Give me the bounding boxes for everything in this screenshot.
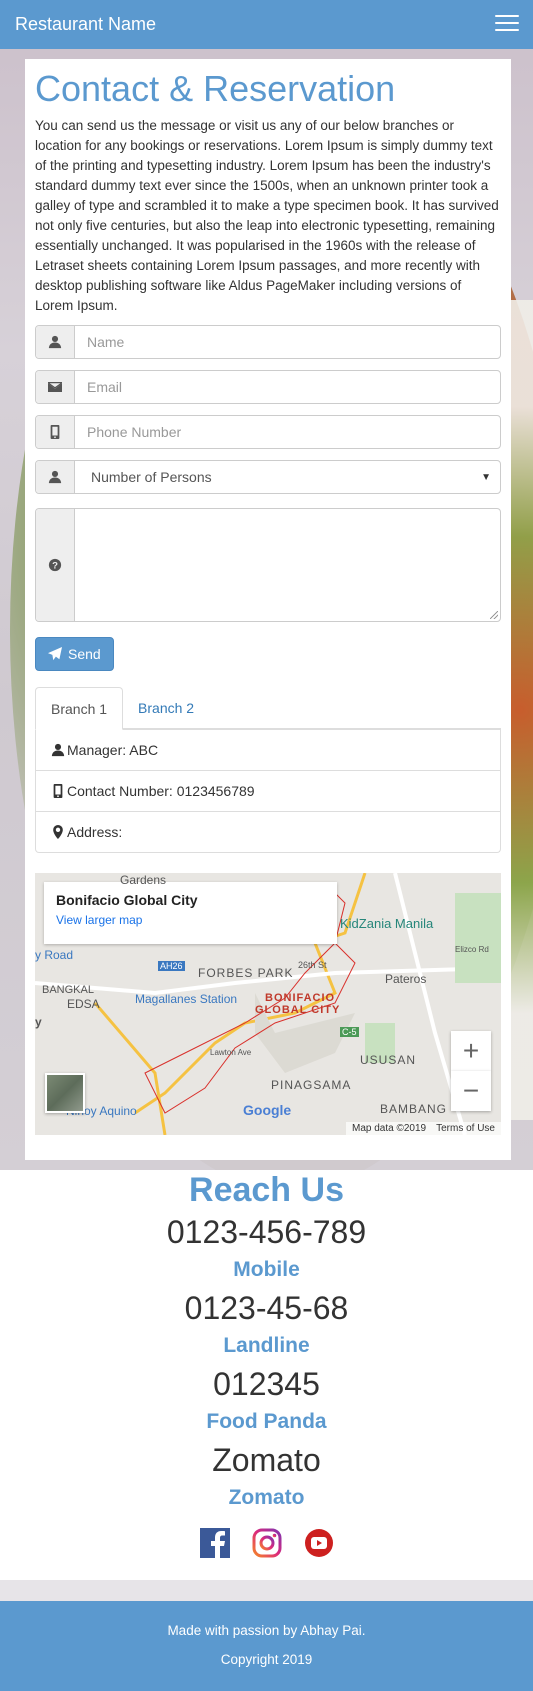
map-label: KidZania Manila bbox=[340, 916, 434, 931]
map-data-credit: Map data ©2019 bbox=[352, 1123, 427, 1134]
map-label: FORBES PARK bbox=[198, 966, 294, 980]
section-divider bbox=[0, 1580, 533, 1601]
map-place-name: Bonifacio Global City bbox=[56, 892, 198, 908]
map-label: USUSAN bbox=[360, 1053, 417, 1067]
user-icon bbox=[51, 743, 65, 757]
navbar: Restaurant Name bbox=[0, 0, 533, 49]
list-item-address: Address: bbox=[36, 811, 500, 852]
resize-handle[interactable] bbox=[490, 611, 498, 619]
map-label: Magallanes Station bbox=[135, 992, 238, 1006]
terms-of-use-link[interactable]: Terms of Use bbox=[436, 1123, 495, 1134]
youtube-icon[interactable] bbox=[304, 1528, 334, 1558]
zoom-in-button[interactable]: + bbox=[451, 1031, 491, 1071]
food-panda-label: Food Panda bbox=[206, 1410, 327, 1433]
hamburger-menu-icon[interactable] bbox=[495, 15, 519, 34]
view-larger-map-link[interactable]: View larger map bbox=[56, 913, 325, 927]
reach-us-section: Reach Us 0123-456-789 Mobile 0123-45-68 … bbox=[0, 1170, 533, 1580]
satellite-toggle[interactable] bbox=[45, 1073, 85, 1113]
list-item-manager: Manager: ABC bbox=[36, 729, 500, 770]
user-icon bbox=[36, 326, 75, 358]
map-label: C-5 bbox=[340, 1027, 359, 1037]
phone-input[interactable] bbox=[75, 416, 500, 448]
page-title: Contact & Reservation bbox=[35, 68, 396, 109]
footer-copyright: Copyright 2019 bbox=[220, 1652, 313, 1667]
list-item-contact: Contact Number: 0123456789 bbox=[36, 770, 500, 811]
map-label: EDSA bbox=[67, 997, 100, 1011]
landline-label: Landline bbox=[223, 1334, 310, 1357]
map-marker-icon bbox=[53, 825, 63, 839]
email-input[interactable] bbox=[75, 371, 500, 403]
map-label: y Road bbox=[35, 948, 74, 962]
phone-input-group bbox=[35, 415, 501, 449]
tab-branch-2[interactable]: Branch 2 bbox=[123, 687, 209, 729]
mobile-label: Mobile bbox=[233, 1258, 300, 1281]
email-input-group bbox=[35, 370, 501, 404]
intro-text: You can send us the message or visit us … bbox=[35, 118, 499, 313]
send-button[interactable]: Send bbox=[35, 637, 114, 671]
message-textarea[interactable] bbox=[75, 509, 500, 621]
food-panda-number[interactable]: 012345 bbox=[0, 1362, 533, 1406]
social-links bbox=[0, 1528, 533, 1558]
send-button-label: Send bbox=[68, 646, 101, 662]
address-text: Address: bbox=[67, 824, 123, 840]
footer: Made with passion by Abhay Pai. Copyrigh… bbox=[0, 1601, 533, 1691]
facebook-icon[interactable] bbox=[199, 1528, 230, 1558]
tab-branch-1[interactable]: Branch 1 bbox=[35, 687, 124, 730]
contact-card: Contact & Reservation You can send us th… bbox=[25, 59, 511, 1160]
branch-details: Manager: ABC Contact Number: 0123456789 … bbox=[35, 729, 501, 853]
manager-text: Manager: ABC bbox=[67, 742, 159, 758]
caret-down-icon: ▼ bbox=[481, 471, 491, 483]
zomato-link[interactable]: Zomato bbox=[0, 1438, 533, 1482]
svg-text:?: ? bbox=[52, 561, 58, 572]
map-label: 26th St bbox=[298, 960, 327, 970]
map-label: BAMBANG bbox=[380, 1102, 448, 1116]
map-label: Pateros bbox=[385, 972, 427, 986]
map-label: Gardens bbox=[120, 873, 167, 887]
map-label: Lawton Ave bbox=[210, 1048, 252, 1057]
mobile-phone-icon bbox=[36, 416, 75, 448]
map-label: GLOBAL CITY bbox=[255, 1004, 341, 1016]
user-icon bbox=[36, 461, 75, 493]
map-label: AH26 bbox=[158, 961, 185, 971]
branch-tabs: Branch 1 Branch 2 bbox=[35, 687, 501, 730]
contact-number-text: Contact Number: 0123456789 bbox=[67, 783, 255, 799]
map-info-card: Bonifacio Global City View larger map bbox=[44, 882, 337, 944]
zomato-label: Zomato bbox=[228, 1486, 305, 1509]
map-label: BANGKAL bbox=[42, 984, 94, 996]
landline-number[interactable]: 0123-45-68 bbox=[0, 1286, 533, 1330]
instagram-icon[interactable] bbox=[252, 1528, 282, 1558]
map-label: PINAGSAMA bbox=[271, 1078, 352, 1092]
envelope-icon bbox=[36, 371, 75, 403]
footer-credit: Made with passion by Abhay Pai. bbox=[167, 1623, 366, 1638]
reach-us-title: Reach Us bbox=[189, 1171, 344, 1209]
google-logo: Google bbox=[243, 1102, 292, 1118]
name-input[interactable] bbox=[75, 326, 500, 358]
mobile-phone-icon bbox=[53, 784, 63, 798]
paper-plane-icon bbox=[48, 647, 62, 661]
question-circle-icon: ? bbox=[36, 509, 75, 621]
brand-title[interactable]: Restaurant Name bbox=[15, 14, 156, 35]
name-input-group bbox=[35, 325, 501, 359]
map-label: y bbox=[35, 1015, 42, 1029]
map-footer: Map data ©2019 Terms of Use bbox=[346, 1122, 501, 1135]
map-label: BONIFACIO bbox=[265, 992, 336, 1004]
persons-select-value: Number of Persons bbox=[91, 469, 212, 485]
mobile-number[interactable]: 0123-456-789 bbox=[0, 1210, 533, 1254]
persons-select[interactable]: Number of Persons ▼ bbox=[75, 461, 500, 493]
persons-select-group: Number of Persons ▼ bbox=[35, 460, 501, 494]
zoom-out-button[interactable]: − bbox=[451, 1071, 491, 1111]
embedded-map[interactable]: Bonifacio Global City View larger map Ga… bbox=[35, 873, 501, 1135]
message-input-group: ? bbox=[35, 508, 501, 622]
map-label: Elizco Rd bbox=[455, 945, 489, 954]
